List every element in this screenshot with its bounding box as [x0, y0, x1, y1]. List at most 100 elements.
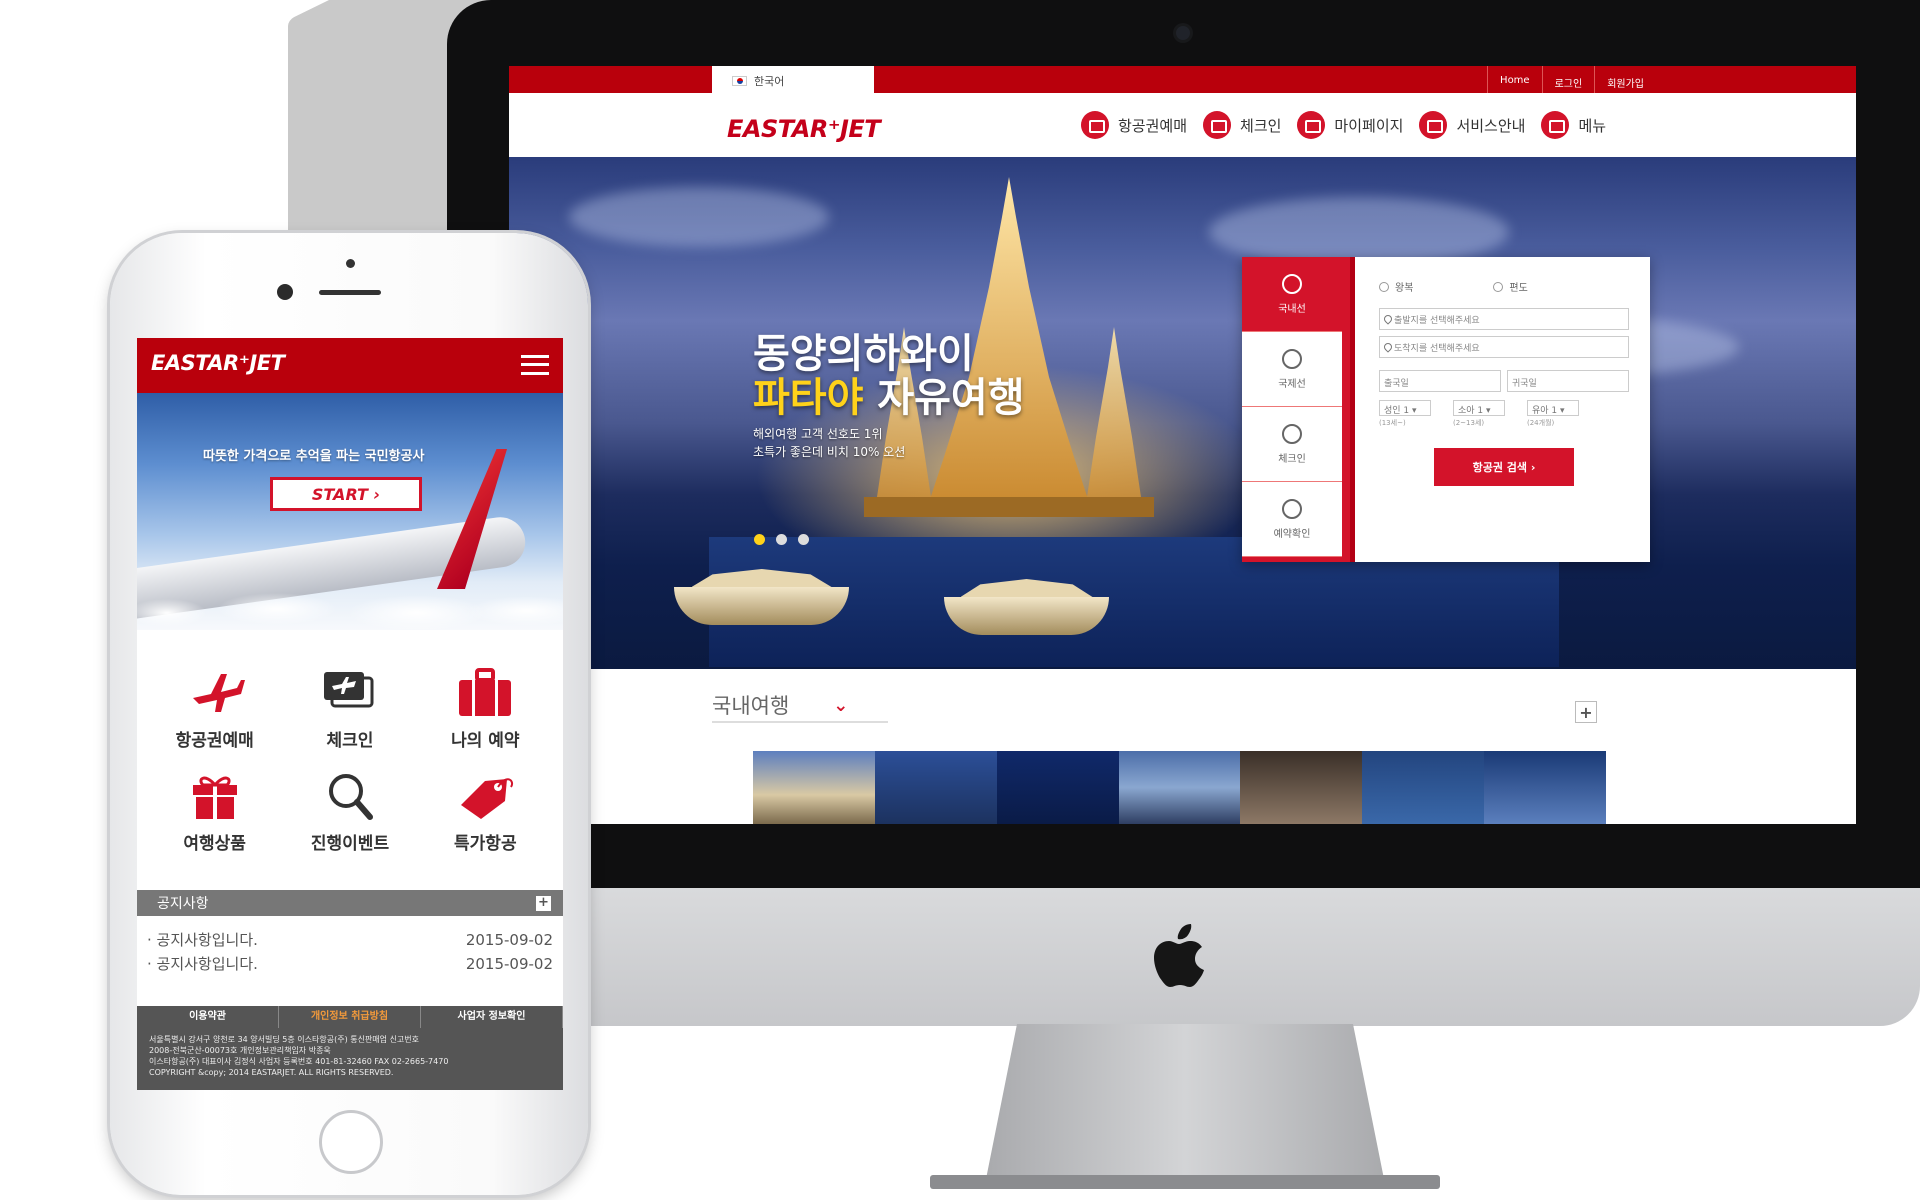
hero-title-line2: 자유여행 — [863, 375, 1025, 421]
imac-stand — [985, 1024, 1385, 1184]
tab-label: 국제선 — [1278, 378, 1306, 390]
language-selector[interactable]: 한국어 — [712, 66, 874, 96]
footer-line: 서울특별시 강서구 양천로 34 양서빌딩 5층 이스타항공(주) 통신판매업 … — [149, 1035, 420, 1044]
nav-label: 체크인 — [1240, 116, 1282, 135]
adult-select[interactable]: 성인 1 ▾ (13세~) — [1379, 400, 1431, 428]
hero-sub-line: 초특가 좋은데 비치 10% 오션 — [753, 445, 906, 459]
speaker-grille — [319, 290, 381, 295]
domestic-travel-label: 국내여행 — [712, 694, 790, 718]
sensor-dot — [346, 259, 355, 268]
arrival-field[interactable]: 도착지를 선택해주세요 — [1379, 336, 1629, 358]
korea-flag-icon — [732, 76, 747, 86]
domestic-travel-dropdown[interactable]: 국내여행 ⌄ — [712, 689, 888, 723]
thumbnail[interactable] — [996, 751, 1119, 824]
login-link[interactable]: 로그인 — [1541, 66, 1595, 93]
thumbnail[interactable] — [1484, 751, 1607, 824]
seat-icon — [1282, 423, 1302, 444]
menu-travel-products[interactable]: 여행상품 — [147, 771, 282, 854]
menu-ticket-booking[interactable]: 항공권예매 — [147, 668, 282, 751]
flight-search-button[interactable]: 항공권 검색 › — [1434, 448, 1574, 486]
privacy-policy-link[interactable]: 개인정보 취급방침 — [279, 1006, 421, 1028]
nav-label: 항공권예매 — [1118, 116, 1188, 135]
airplane-icon — [192, 674, 245, 712]
business-info-link[interactable]: 사업자 정보확인 — [421, 1006, 563, 1028]
nav-mypage[interactable]: 마이페이지 — [1297, 111, 1403, 139]
boat — [944, 579, 1109, 635]
notice-text: · 공지사항입니다. — [147, 955, 258, 973]
footer-line: 이스타항공(주) 대표이사 김정식 사업자 등록번호 401-81-32460 … — [149, 1057, 449, 1066]
imac-stand-foot — [930, 1175, 1440, 1189]
menu-my-reservation[interactable]: 나의 예약 — [418, 668, 553, 751]
terms-link[interactable]: 이용약관 — [137, 1006, 279, 1028]
departure-field[interactable]: 출발지를 선택해주세요 — [1379, 308, 1629, 330]
mobile-screen: EASTAR⁺JET 따뜻한 가격으로 추억을 파는 국민항공사 START ›… — [137, 338, 563, 1090]
front-camera-icon — [277, 284, 293, 300]
tab-checkin[interactable]: 체크인 — [1242, 407, 1342, 482]
signup-link[interactable]: 회원가입 — [1594, 66, 1656, 93]
thumbnail[interactable] — [1240, 751, 1363, 824]
list-item[interactable]: · 공지사항입니다. 2015-09-02 — [147, 928, 553, 952]
footer-links: 이용약관 개인정보 취급방침 사업자 정보확인 — [137, 1006, 563, 1028]
thumbnail[interactable] — [1362, 751, 1485, 824]
depart-date-field[interactable]: 출국일 — [1379, 370, 1501, 392]
check-circle-icon — [1282, 498, 1302, 519]
tab-international[interactable]: 국제선 — [1242, 332, 1342, 407]
list-item[interactable]: · 공지사항입니다. 2015-09-02 — [147, 952, 553, 976]
carousel-dot[interactable] — [754, 534, 765, 545]
nav-menu[interactable]: 메뉴 — [1541, 111, 1606, 139]
booking-form: 왕복 편도 출발지를 선택해주세요 도착지를 선택해주세요 출국일 귀국일 성인… — [1379, 279, 1629, 486]
home-link[interactable]: Home — [1487, 66, 1542, 93]
hero-subtitle: 해외여행 고객 선호도 1위 초특가 좋은데 비치 10% 오션 — [753, 425, 905, 461]
select-value: 소아 1 ▾ — [1453, 400, 1505, 416]
menu-events[interactable]: 진행이벤트 — [282, 771, 417, 854]
mobile-logo[interactable]: EASTAR⁺JET — [151, 351, 285, 375]
hero-title: 동양의하와이 파타야 자유여행 — [753, 332, 1025, 420]
iphone-mockup: EASTAR⁺JET 따뜻한 가격으로 추억을 파는 국민항공사 START ›… — [110, 233, 588, 1195]
home-button[interactable] — [319, 1110, 383, 1174]
eastarjet-logo[interactable]: EASTAR⁺JET — [727, 115, 881, 143]
menu-label: 나의 예약 — [451, 731, 520, 751]
thumbnail[interactable] — [1118, 751, 1241, 824]
globe-plane-icon — [1282, 348, 1302, 369]
notice-more-button[interactable]: + — [536, 896, 551, 911]
round-trip-radio[interactable]: 왕복 — [1379, 279, 1413, 294]
notice-text: · 공지사항입니다. — [147, 931, 258, 949]
menu-checkin[interactable]: 체크인 — [282, 668, 417, 751]
thumbnail[interactable] — [753, 751, 875, 824]
carousel-dot[interactable] — [798, 534, 809, 545]
tab-domestic[interactable]: 국내선 — [1242, 257, 1342, 332]
return-date-field[interactable]: 귀국일 — [1507, 370, 1629, 392]
footer-line: 2008-전북군산-00073호 개인정보관리책임자 박종욱 — [149, 1046, 331, 1055]
nav-checkin[interactable]: 체크인 — [1203, 111, 1281, 139]
hamburger-menu-icon[interactable] — [521, 355, 549, 375]
notice-title: 공지사항 — [157, 896, 209, 912]
camera-icon — [1176, 26, 1190, 40]
child-select[interactable]: 소아 1 ▾ (2~13세) — [1453, 400, 1505, 428]
nav-ticket-booking[interactable]: 항공권예매 — [1081, 111, 1187, 139]
carousel-dot[interactable] — [776, 534, 787, 545]
select-value: 유아 1 ▾ — [1527, 400, 1579, 416]
desktop-screen: 한국어 Home 로그인 회원가입 EASTAR⁺JET 항공권예매 체크인 마… — [509, 66, 1856, 824]
footer-info: 서울특별시 강서구 양천로 34 양서빌딩 5층 이스타항공(주) 통신판매업 … — [137, 1028, 563, 1090]
one-way-radio[interactable]: 편도 — [1493, 279, 1527, 294]
hero-banner: 동양의하와이 파타야 자유여행 해외여행 고객 선호도 1위 초특가 좋은데 비… — [509, 157, 1856, 669]
nav-service[interactable]: 서비스안내 — [1419, 111, 1525, 139]
cloud — [569, 187, 829, 247]
start-button[interactable]: START › — [270, 477, 422, 511]
tab-label: 예약확인 — [1273, 528, 1311, 540]
gift-icon — [192, 776, 237, 819]
footer-line: COPYRIGHT &copy; 2014 EASTARJET. ALL RIG… — [149, 1068, 394, 1077]
select-value: 성인 1 ▾ — [1379, 400, 1431, 416]
menu-special-fares[interactable]: 특가항공 — [418, 771, 553, 854]
select-note: (2~13세) — [1453, 419, 1485, 427]
clouds — [137, 583, 563, 630]
price-tag-icon — [461, 778, 514, 819]
tab-reservation-check[interactable]: 예약확인 — [1242, 482, 1342, 557]
more-plus-button[interactable]: + — [1575, 701, 1597, 723]
checkin-icon — [1203, 111, 1232, 139]
infant-select[interactable]: 유아 1 ▾ (24개월) — [1527, 400, 1579, 428]
chevron-down-icon: ⌄ — [833, 694, 849, 716]
mockup-stage: { "desktop": { "lang_label": "한국어", "uti… — [0, 0, 1920, 1200]
suitcase-icon — [459, 668, 512, 716]
thumbnail[interactable] — [874, 751, 997, 824]
